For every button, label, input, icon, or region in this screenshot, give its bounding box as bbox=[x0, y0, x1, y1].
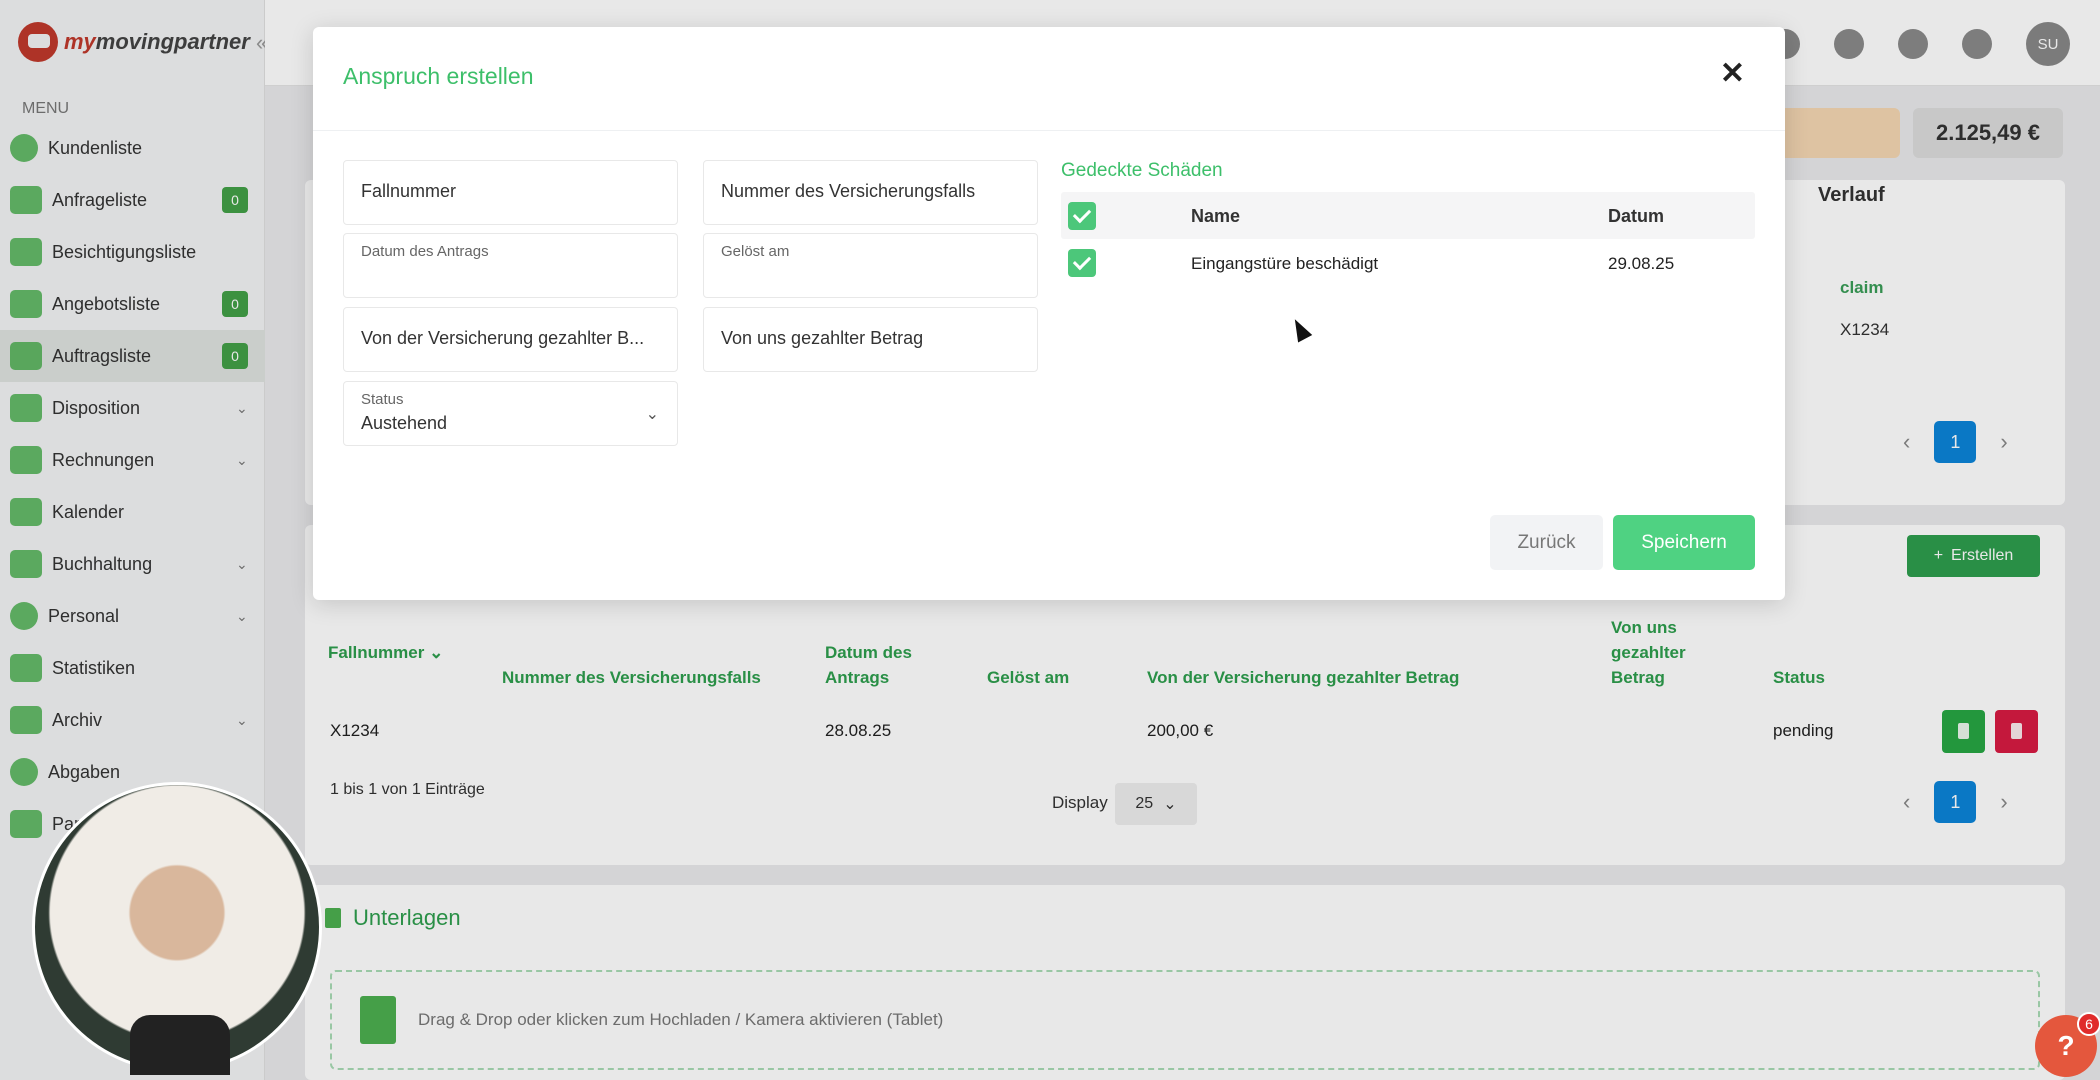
select-all-checkbox[interactable] bbox=[1068, 202, 1096, 230]
chevron-down-icon: ⌄ bbox=[645, 406, 659, 423]
create-claim-modal: Anspruch erstellen ✕ Fallnummer Nummer d… bbox=[313, 27, 1785, 600]
geloest-am-field[interactable]: Gelöst am bbox=[703, 233, 1038, 298]
table-row[interactable]: Eingangstüre beschädigt 29.08.25 bbox=[1061, 239, 1755, 286]
back-button[interactable]: Zurück bbox=[1490, 515, 1603, 570]
column-header-name: Name bbox=[1191, 206, 1241, 226]
column-header-datum: Datum bbox=[1608, 206, 1665, 226]
divider bbox=[313, 130, 1785, 131]
status-select[interactable]: Status Austehend ⌄ bbox=[343, 381, 678, 446]
versicherungsfall-nummer-field[interactable]: Nummer des Versicherungsfalls bbox=[703, 160, 1038, 225]
cell-datum: 29.08.25 bbox=[1608, 254, 1675, 273]
versicherung-betrag-field[interactable]: Von der Versicherung gezahlter B... bbox=[343, 307, 678, 372]
fallnummer-field[interactable]: Fallnummer bbox=[343, 160, 678, 225]
close-icon[interactable]: ✕ bbox=[1720, 59, 1745, 89]
modal-title: Anspruch erstellen bbox=[343, 63, 534, 89]
datum-antrag-field[interactable]: Datum des Antrags bbox=[343, 233, 678, 298]
cell-name: Eingangstüre beschädigt bbox=[1191, 254, 1379, 273]
covered-damages-title: Gedeckte Schäden bbox=[1061, 160, 1223, 181]
covered-table-header: Name Datum bbox=[1061, 192, 1755, 239]
webcam-overlay bbox=[32, 782, 322, 1075]
row-checkbox[interactable] bbox=[1068, 249, 1096, 277]
notification-badge: 6 bbox=[2077, 1012, 2100, 1036]
save-button[interactable]: Speichern bbox=[1613, 515, 1755, 570]
uns-betrag-field[interactable]: Von uns gezahlter Betrag bbox=[703, 307, 1038, 372]
